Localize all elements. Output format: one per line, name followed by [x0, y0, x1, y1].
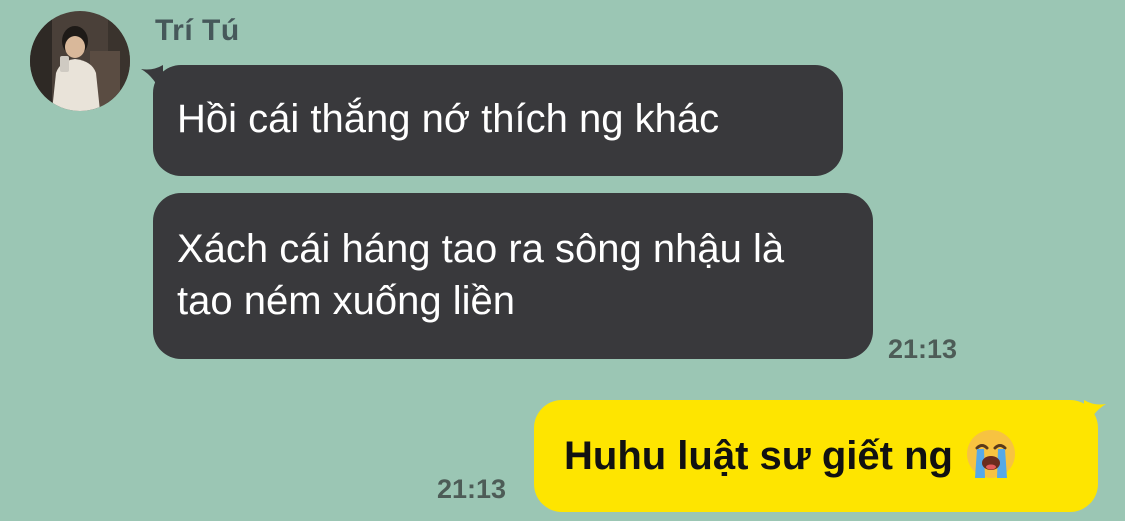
sender-name: Trí Tú: [155, 14, 240, 47]
message-text: Huhu luật sư giết ng: [564, 434, 953, 478]
loudly-crying-face-icon: [966, 430, 1015, 479]
profile-photo-avatar: [30, 11, 130, 111]
outgoing-bubble-tail: [1084, 400, 1106, 432]
avatar[interactable]: [30, 11, 130, 111]
message-timestamp: 21:13: [437, 474, 507, 504]
message-text: Hồi cái thắng nớ thích ng khác: [177, 97, 720, 141]
outgoing-message-bubble[interactable]: Huhu luật sư giết ng: [534, 400, 1098, 512]
message-timestamp: 21:13: [888, 334, 958, 364]
message-text: Xách cái háng tao ra sông nhậu là tao né…: [177, 227, 785, 323]
incoming-message-bubble[interactable]: Xách cái háng tao ra sông nhậu là tao né…: [153, 193, 873, 359]
incoming-message-bubble[interactable]: Hồi cái thắng nớ thích ng khác: [153, 65, 843, 176]
